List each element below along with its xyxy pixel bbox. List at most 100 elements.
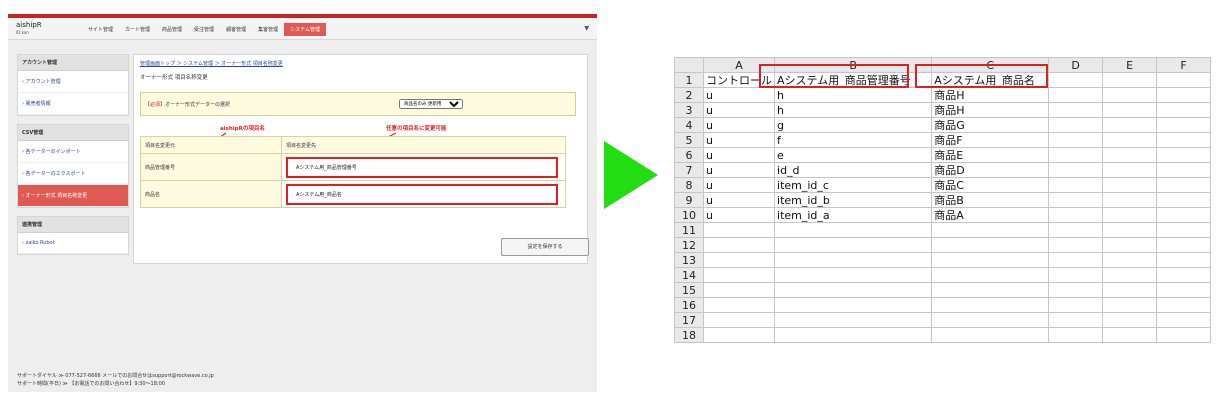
sheet-cell[interactable] [1102, 327, 1158, 343]
sheet-cell[interactable] [1102, 192, 1158, 208]
nav-site[interactable]: サイト管理 [82, 23, 119, 36]
sheet-cell[interactable]: u [703, 207, 776, 223]
row-header[interactable]: 16 [673, 297, 705, 313]
row-header[interactable]: 1 [673, 72, 705, 88]
sheet-cell[interactable] [1156, 117, 1211, 133]
nav-orders[interactable]: 受注管理 [188, 23, 220, 36]
sheet-cell[interactable]: 商品B [931, 192, 1050, 208]
sheet-cell[interactable] [703, 267, 776, 283]
sheet-cell[interactable] [1048, 87, 1104, 103]
to-name-input[interactable]: Aシステム用_商品管理番号 [286, 156, 558, 178]
sheet-cell[interactable] [1048, 252, 1104, 268]
sheet-cell[interactable] [1156, 312, 1211, 328]
row-header[interactable]: 6 [673, 147, 705, 163]
sheet-cell[interactable] [703, 297, 776, 313]
sidebar-item-zaiko[interactable]: › zaiko Robot [18, 233, 128, 254]
nav-cart[interactable]: カート管理 [119, 23, 156, 36]
sheet-cell[interactable]: item_id_b [774, 192, 933, 208]
row-header[interactable]: 9 [673, 192, 705, 208]
nav-marketing[interactable]: 集客管理 [252, 23, 284, 36]
sheet-cell[interactable]: u [703, 177, 776, 193]
sheet-cell[interactable] [1048, 117, 1104, 133]
sheet-cell[interactable] [1102, 102, 1158, 118]
sheet-cell[interactable]: 商品F [931, 132, 1050, 148]
sheet-cell[interactable] [1156, 267, 1211, 283]
nav-products[interactable]: 商品管理 [156, 23, 188, 36]
sheet-cell[interactable] [1156, 237, 1211, 253]
sheet-cell[interactable] [1156, 132, 1211, 148]
sheet-cell[interactable]: u [703, 87, 776, 103]
sheet-cell[interactable] [1102, 87, 1158, 103]
row-header[interactable]: 7 [673, 162, 705, 178]
sidebar-item-account[interactable]: › アカウント管理 [18, 71, 128, 93]
sheet-cell[interactable] [1048, 207, 1104, 223]
sheet-cell[interactable] [1156, 72, 1211, 88]
sheet-cell[interactable] [1156, 282, 1211, 298]
corner-cell[interactable] [673, 57, 705, 73]
sheet-cell[interactable] [1048, 72, 1104, 88]
to-name-input[interactable]: Aシステム用_商品名 [286, 183, 558, 205]
sheet-cell[interactable] [1048, 312, 1104, 328]
sheet-cell[interactable] [1102, 267, 1158, 283]
sheet-cell[interactable] [1102, 162, 1158, 178]
sheet-cell[interactable] [703, 327, 776, 343]
sheet-cell[interactable] [1156, 102, 1211, 118]
sidebar-item-seller[interactable]: › 販売者情報 [18, 93, 128, 115]
row-header[interactable]: 15 [673, 282, 705, 298]
sheet-cell[interactable] [1102, 282, 1158, 298]
row-header[interactable]: 18 [673, 327, 705, 343]
row-header[interactable]: 10 [673, 207, 705, 223]
row-header[interactable]: 2 [673, 87, 705, 103]
sidebar-item-export[interactable]: › 各データーのエクスポート [18, 163, 128, 185]
sheet-cell[interactable] [1102, 207, 1158, 223]
sheet-cell[interactable] [1102, 132, 1158, 148]
sheet-cell[interactable] [703, 312, 776, 328]
sheet-cell[interactable] [1048, 147, 1104, 163]
column-header[interactable]: E [1102, 57, 1158, 73]
sheet-cell[interactable] [931, 297, 1050, 313]
sheet-cell[interactable]: 商品A [931, 207, 1050, 223]
sheet-cell[interactable] [1102, 117, 1158, 133]
sheet-cell[interactable]: 商品D [931, 162, 1050, 178]
sheet-cell[interactable] [1048, 267, 1104, 283]
chevron-down-icon[interactable]: ▼ [584, 25, 589, 32]
sidebar-item-import[interactable]: › 各データーのインポート [18, 141, 128, 163]
sheet-cell[interactable] [1048, 132, 1104, 148]
sheet-cell[interactable] [1048, 297, 1104, 313]
sheet-cell[interactable] [703, 237, 776, 253]
save-button[interactable]: 設定を保存する [501, 238, 589, 256]
sheet-cell[interactable]: u [703, 102, 776, 118]
sheet-cell[interactable] [1156, 192, 1211, 208]
sheet-cell[interactable] [1102, 252, 1158, 268]
sheet-cell[interactable] [703, 252, 776, 268]
sheet-cell[interactable] [1102, 147, 1158, 163]
sheet-cell[interactable] [1102, 312, 1158, 328]
nav-customers[interactable]: 顧客管理 [220, 23, 252, 36]
row-header[interactable]: 11 [673, 222, 705, 238]
row-header[interactable]: 5 [673, 132, 705, 148]
sheet-cell[interactable] [1156, 177, 1211, 193]
row-header[interactable]: 13 [673, 252, 705, 268]
sheet-cell[interactable] [1048, 237, 1104, 253]
sheet-cell[interactable] [1156, 87, 1211, 103]
sheet-cell[interactable] [774, 312, 933, 328]
sheet-cell[interactable] [1102, 72, 1158, 88]
sheet-cell[interactable]: g [774, 117, 933, 133]
sheet-cell[interactable] [774, 297, 933, 313]
nav-system[interactable]: システム管理 [284, 23, 326, 36]
sheet-cell[interactable]: u [703, 132, 776, 148]
row-header[interactable]: 17 [673, 312, 705, 328]
sheet-cell[interactable]: u [703, 117, 776, 133]
sheet-cell[interactable]: u [703, 147, 776, 163]
sheet-cell[interactable] [1048, 327, 1104, 343]
sheet-cell[interactable]: item_id_a [774, 207, 933, 223]
sheet-cell[interactable] [931, 237, 1050, 253]
sheet-cell[interactable]: 商品H [931, 102, 1050, 118]
sheet-cell[interactable] [1156, 327, 1211, 343]
sheet-cell[interactable]: item_id_c [774, 177, 933, 193]
sheet-cell[interactable] [774, 267, 933, 283]
sheet-cell[interactable] [774, 282, 933, 298]
sheet-cell[interactable] [1048, 222, 1104, 238]
sheet-cell[interactable]: 商品H [931, 87, 1050, 103]
sheet-cell[interactable] [1102, 237, 1158, 253]
